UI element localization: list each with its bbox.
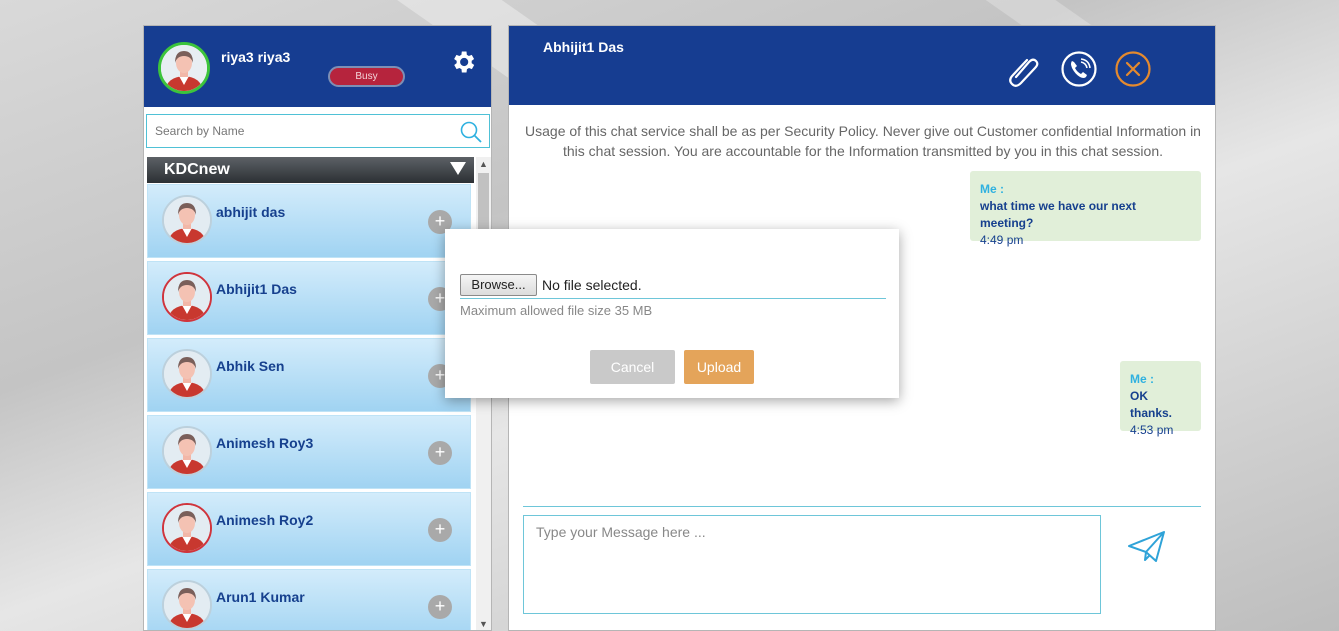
chat-header: Abhijit1 Das <box>509 26 1215 105</box>
contact-name: Animesh Roy3 <box>216 435 314 451</box>
plus-icon[interactable]: + <box>428 595 452 619</box>
contact-avatar <box>162 195 212 245</box>
message-text: OK thanks. <box>1130 389 1173 420</box>
contact-name: Abhik Sen <box>216 358 285 374</box>
avatar-icon <box>164 274 210 320</box>
security-policy-notice: Usage of this chat service shall be as p… <box>525 123 1201 159</box>
contact-item[interactable]: Abhijit1 Das + <box>147 261 471 335</box>
upload-dialog: Browse... No file selected. Maximum allo… <box>445 229 899 398</box>
avatar-icon <box>164 505 210 551</box>
message-input[interactable] <box>524 516 1100 613</box>
contact-avatar <box>162 580 212 630</box>
message-bubble: Me : OK thanks. 4:53 pm <box>1120 361 1201 437</box>
contact-avatar <box>162 503 212 553</box>
avatar-icon <box>164 428 210 474</box>
scroll-up-arrow-icon[interactable]: ▲ <box>476 157 491 172</box>
phone-icon[interactable] <box>1060 50 1098 88</box>
paperclip-icon[interactable] <box>1005 50 1043 88</box>
avatar-icon <box>164 197 210 243</box>
user-avatar[interactable] <box>158 42 210 94</box>
contact-avatar <box>162 426 212 476</box>
cancel-button[interactable]: Cancel <box>590 350 675 384</box>
contact-name: Abhijit1 Das <box>216 281 297 297</box>
contact-item[interactable]: Arun1 Kumar + <box>147 569 471 630</box>
search-icon[interactable] <box>459 120 483 144</box>
avatar-icon <box>161 45 207 91</box>
search-box <box>146 114 490 148</box>
contact-avatar <box>162 349 212 399</box>
contact-item[interactable]: Abhik Sen + <box>147 338 471 412</box>
contact-name: Arun1 Kumar <box>216 589 305 605</box>
message-bubble: Me : what time we have our next meeting?… <box>970 171 1201 247</box>
status-badge[interactable]: Busy <box>328 66 405 87</box>
contact-avatar <box>162 272 212 322</box>
plus-icon[interactable]: + <box>428 518 452 542</box>
user-name: riya3 riya3 <box>221 49 291 65</box>
profile-header: riya3 riya3 Busy <box>144 26 491 107</box>
plus-icon[interactable]: + <box>428 441 452 465</box>
message-text: what time we have our next meeting? <box>980 199 1137 230</box>
gear-icon[interactable] <box>449 48 477 76</box>
message-sender: Me : <box>980 182 1004 196</box>
contact-name: abhijit das <box>216 204 286 220</box>
group-header[interactable]: KDCnew <box>147 157 474 183</box>
file-picker: Browse... No file selected. <box>460 274 886 299</box>
send-icon[interactable] <box>1127 529 1167 565</box>
group-name: KDCnew <box>164 161 230 178</box>
contact-item[interactable]: Animesh Roy2 + <box>147 492 471 566</box>
close-icon[interactable] <box>1114 50 1152 88</box>
scroll-down-arrow-icon[interactable]: ▼ <box>476 617 491 630</box>
browse-button[interactable]: Browse... <box>460 274 537 296</box>
upload-button[interactable]: Upload <box>684 350 754 384</box>
search-input[interactable] <box>147 115 437 147</box>
avatar-icon <box>164 351 210 397</box>
message-composer <box>523 515 1101 614</box>
scroll-thumb[interactable] <box>478 173 489 233</box>
composer-divider <box>523 506 1201 507</box>
message-sender: Me : <box>1130 372 1154 386</box>
avatar-icon <box>164 582 210 628</box>
message-time: 4:53 pm <box>1130 423 1174 437</box>
contact-list: abhijit das + Abhijit1 Das + Abhik Sen +… <box>147 184 474 630</box>
file-status: No file selected. <box>542 277 642 293</box>
contact-name: Animesh Roy2 <box>216 512 314 528</box>
message-time: 4:49 pm <box>980 233 1024 247</box>
contacts-panel: riya3 riya3 Busy KDCnew ▲ ▼ <box>143 25 492 631</box>
chat-title: Abhijit1 Das <box>543 39 624 55</box>
contact-item[interactable]: abhijit das + <box>147 184 471 258</box>
contact-item[interactable]: Animesh Roy3 + <box>147 415 471 489</box>
collapse-triangle-icon[interactable] <box>450 162 466 175</box>
file-size-hint: Maximum allowed file size 35 MB <box>460 303 653 318</box>
